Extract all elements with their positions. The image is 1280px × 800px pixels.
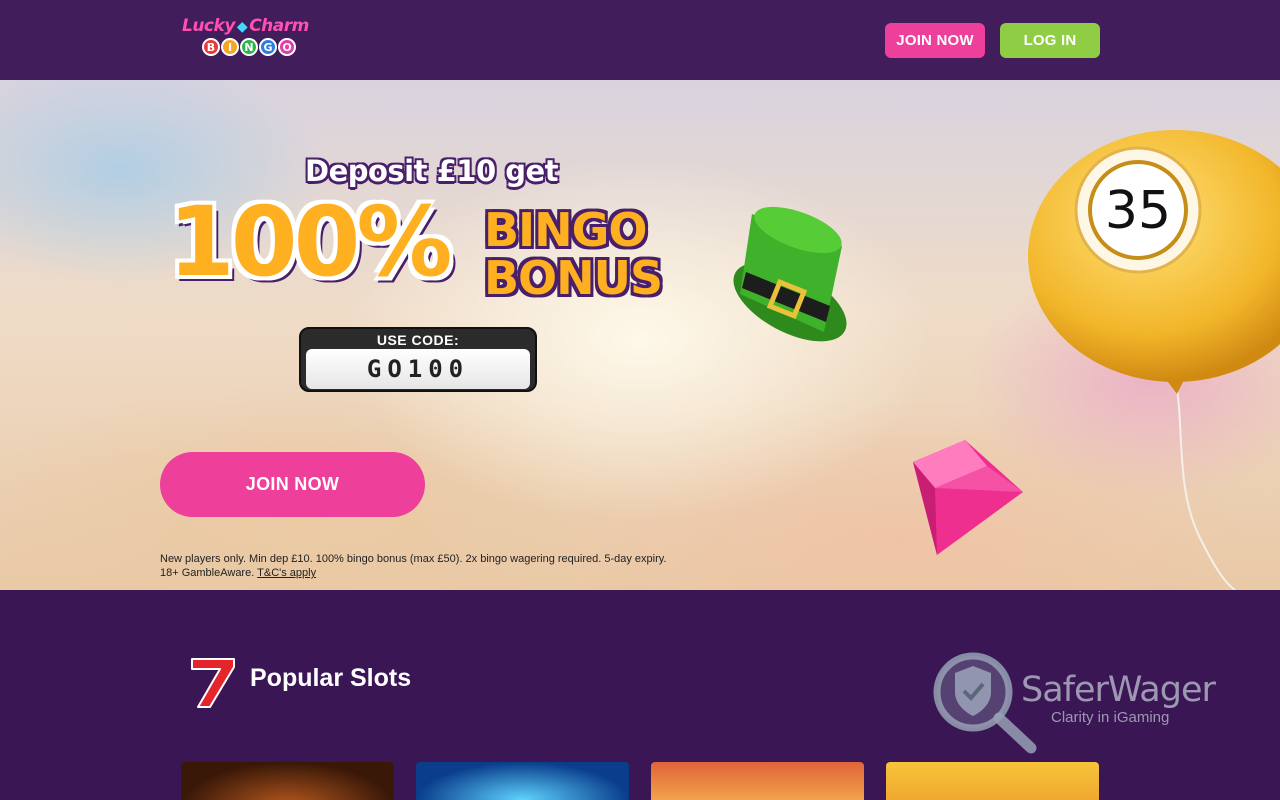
watermark-tagline: Clarity in iGaming [1051,709,1170,726]
terms-link[interactable]: T&C's apply [257,567,316,579]
watermark-name: SaferWager [1021,670,1216,710]
promo-deposit-line: Deposit £10 get [305,154,559,188]
site-logo[interactable]: Lucky ◆ Charm B I N G O [182,16,309,64]
header-login-button[interactable]: LOG IN [1000,23,1100,58]
logo-gem-icon: ◆ [236,19,248,35]
terms-text: New players only. Min dep £10. 100% bing… [160,552,780,580]
logo-ball-b: B [202,38,220,56]
slot-tile[interactable] [651,762,864,800]
logo-ball-o: O [278,38,296,56]
terms-line-2: 18+ GambleAware. T&C's apply [160,566,780,580]
section-title: Popular Slots [250,664,412,692]
slot-tiles [181,762,1101,800]
saferwager-watermark: SaferWager Clarity in iGaming [933,652,1243,754]
logo-bingo-balls: B I N G O [202,38,296,56]
promo-code-box: USE CODE: GO100 [299,327,537,392]
balloon-number: 35 [1105,181,1171,241]
logo-wordmark: Lucky ◆ Charm [182,16,309,36]
promo-percent: 100% [168,186,453,298]
bingo-ball-balloon-icon: 35 [1028,130,1280,590]
promo-word-bingo: BINGO [484,203,648,257]
pink-gem-icon [913,440,1023,555]
leprechaun-hat-icon [733,206,847,342]
hero-banner: Deposit £10 get 100% BINGO BONUS USE COD… [0,80,1280,590]
logo-ball-g: G [259,38,277,56]
logo-ball-n: N [240,38,258,56]
logo-word-lucky: Lucky [182,16,235,36]
terms-gambleaware: 18+ GambleAware. [160,567,258,579]
terms-line-1: New players only. Min dep £10. 100% bing… [160,553,667,565]
promo-word-bonus: BONUS [484,251,663,305]
slot-tile[interactable] [416,762,629,800]
logo-ball-i: I [221,38,239,56]
slot-tile[interactable] [886,762,1099,800]
slot-tile[interactable] [181,762,394,800]
lucky-seven-icon [191,658,235,708]
hero-join-button[interactable]: JOIN NOW [160,452,425,517]
logo-word-charm: Charm [249,16,309,36]
promo-code-label: USE CODE: [376,332,460,348]
header-join-button[interactable]: JOIN NOW [885,23,985,58]
site-header: Lucky ◆ Charm B I N G O JOIN NOW LOG IN [0,0,1280,80]
promo-code-value: GO100 [306,349,530,389]
